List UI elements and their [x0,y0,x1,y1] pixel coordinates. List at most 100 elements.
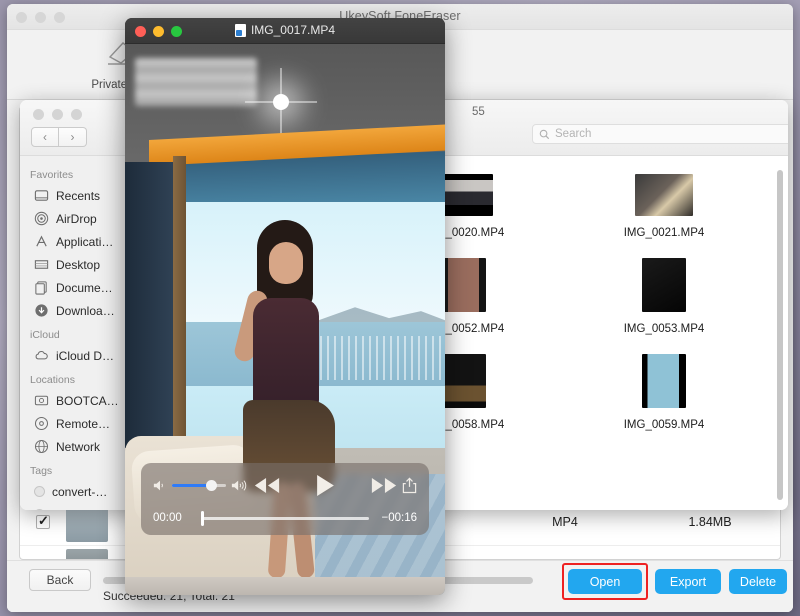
scene-ceiling-light [273,94,289,110]
sidebar-item-recents[interactable]: Recents [20,184,139,207]
close-icon[interactable] [33,109,44,120]
sidebar-item-label: convert-… [52,485,107,499]
file-thumbnail [642,354,686,408]
zoom-icon[interactable] [71,109,82,120]
volume-control[interactable] [153,479,248,492]
row-thumbnail-cell [66,549,126,560]
sidebar-item-label: Network [56,440,100,454]
back-button[interactable]: Back [29,569,91,591]
file-name-label: IMG_0059.MP4 [620,418,709,432]
row-type: MP4 [490,515,640,529]
finder-nav-segment[interactable]: ‹ › [31,127,87,147]
sidebar-item-bootcamp[interactable]: BOOTCA… [20,389,139,412]
file-thumb-wrap [636,254,692,316]
sidebar-item-airdrop[interactable]: AirDrop [20,207,139,230]
player-title-row: IMG_0017.MP4 [125,23,445,37]
finder-sidebar: Favorites Recents AirDrop [20,156,140,510]
finder-traffic-lights[interactable] [33,109,82,120]
sidebar-item-tag-convert[interactable]: convert-… [20,480,139,503]
downloads-icon [34,303,49,318]
sidebar-item-label: Docume… [56,281,113,295]
sidebar-group-title: Favorites [20,162,139,184]
file-item[interactable]: IMG_0059.MP4 [564,350,764,432]
video-viewport[interactable]: 00:00 −00:16 [125,44,445,595]
screen: UkeySoft FoneEraser Private Data [0,0,800,616]
rewind-icon[interactable] [253,477,281,494]
minimize-icon[interactable] [52,109,63,120]
sidebar-item-downloads[interactable]: Downloa… [20,299,139,322]
open-button[interactable]: Open [568,569,642,594]
file-thumbnail [442,354,486,408]
player-title-text: IMG_0017.MP4 [251,23,335,37]
player-scrubber-row: 00:00 −00:16 [153,506,417,530]
file-name-label: IMG_0053.MP4 [620,322,709,336]
row-thumbnail [66,549,108,560]
file-item[interactable]: IMG_0053.MP4 [564,254,764,336]
disk-icon [34,393,49,408]
sidebar-item-label: Applicati… [56,235,113,249]
applications-icon [34,234,49,249]
icloud-icon [34,348,49,363]
tag-dot-icon [34,509,45,510]
search-field[interactable]: Search [532,124,788,144]
video-player-window: IMG_0017.MP4 [125,18,445,595]
volume-high-icon[interactable] [231,479,248,492]
share-control[interactable] [402,477,417,494]
sidebar-group-title: Tags [20,458,139,480]
volume-slider-knob[interactable] [206,480,217,491]
volume-slider[interactable] [172,484,226,487]
person-face [269,242,303,284]
file-item[interactable]: IMG_0021.MP4 [564,170,764,240]
sidebar-group-title: Locations [20,367,139,389]
delete-button[interactable]: Delete [729,569,787,594]
sidebar-item-remote-disc[interactable]: Remote… [20,412,139,435]
video-bottom-edge [125,577,445,595]
sidebar-item-label: 1 [52,508,59,511]
file-thumbnail [642,258,686,312]
row-checkbox[interactable] [36,515,50,529]
documents-icon [34,280,49,295]
desktop-icon [34,257,49,272]
sidebar-item-label: Remote… [56,417,110,431]
file-thumb-wrap [636,350,692,412]
scene-blurred-logo [135,58,257,106]
share-icon[interactable] [402,477,417,494]
file-grid-scrollbar[interactable] [777,170,783,500]
sidebar-item-icloud-drive[interactable]: iCloud D… [20,344,139,367]
play-icon[interactable] [315,474,336,497]
transport-controls [248,474,402,497]
sidebar-item-network[interactable]: Network [20,435,139,458]
fast-forward-icon[interactable] [370,477,398,494]
sidebar-item-tag-1[interactable]: 1 [20,503,139,510]
nav-back-button[interactable]: ‹ [31,127,59,147]
movie-file-icon [235,24,246,37]
remaining-time: −00:16 [379,512,417,524]
remote-disc-icon [34,416,49,431]
export-button[interactable]: Export [655,569,721,594]
sidebar-item-desktop[interactable]: Desktop [20,253,139,276]
search-placeholder: Search [555,128,591,140]
sidebar-item-label: AirDrop [56,212,97,226]
recents-icon [34,188,49,203]
file-thumbnail [442,258,486,312]
finder-item-count: 55 [472,106,485,118]
sidebar-item-label: BOOTCA… [56,394,119,408]
row-checkbox-cell[interactable] [20,515,66,529]
file-name-label: IMG_0021.MP4 [620,226,709,240]
nav-forward-button[interactable]: › [59,127,87,147]
file-thumbnail [635,174,693,216]
scene-window-post [173,156,186,456]
volume-low-icon[interactable] [153,479,167,492]
player-titlebar: IMG_0017.MP4 [125,18,445,44]
sidebar-item-label: Desktop [56,258,100,272]
person-torso [253,298,319,410]
player-controls: 00:00 −00:16 [141,463,429,535]
airdrop-icon [34,211,49,226]
sidebar-group-title: iCloud [20,322,139,344]
sidebar-item-documents[interactable]: Docume… [20,276,139,299]
scrubber-playhead[interactable] [201,511,204,526]
sidebar-item-applications[interactable]: Applicati… [20,230,139,253]
volume-slider-fill [172,484,210,487]
scrubber-track[interactable] [201,517,369,520]
player-controls-row-main [153,468,417,502]
